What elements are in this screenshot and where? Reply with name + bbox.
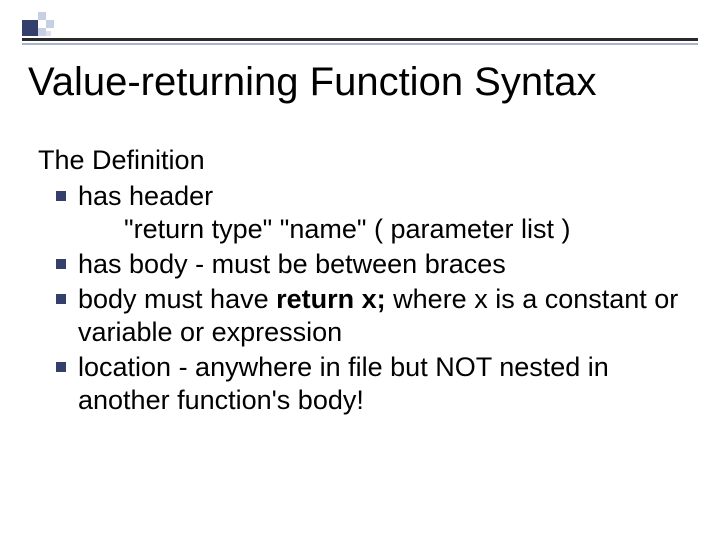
bullet-text: location - anywhere in file but NOT nest… [78, 352, 609, 415]
bullet-text-part: body must have [78, 284, 276, 314]
square-icon [46, 31, 51, 36]
bullet-text: has body - must be between braces [78, 249, 506, 279]
list-item: location - anywhere in file but NOT nest… [56, 351, 690, 417]
bullet-text-bold: return x; [276, 284, 386, 314]
bullet-subtext: "return type" "name" ( parameter list ) [78, 213, 690, 246]
bullet-text: has header [78, 181, 213, 211]
slide-title: Value-returning Function Syntax [28, 60, 690, 105]
divider-thin [22, 43, 698, 45]
list-item: has header "return type" "name" ( parame… [56, 180, 690, 246]
slide-body: The Definition has header "return type" … [28, 145, 690, 417]
corner-decoration [22, 12, 62, 52]
divider-thick [22, 38, 698, 41]
square-icon [38, 12, 46, 20]
square-icon [22, 20, 38, 36]
square-icon [38, 28, 46, 36]
slide-content: Value-returning Function Syntax The Defi… [28, 60, 690, 419]
list-item: has body - must be between braces [56, 248, 690, 281]
square-icon [46, 20, 54, 28]
list-item: body must have return x; where x is a co… [56, 283, 690, 349]
section-heading: The Definition [38, 145, 690, 176]
bullet-list: has header "return type" "name" ( parame… [38, 180, 690, 417]
